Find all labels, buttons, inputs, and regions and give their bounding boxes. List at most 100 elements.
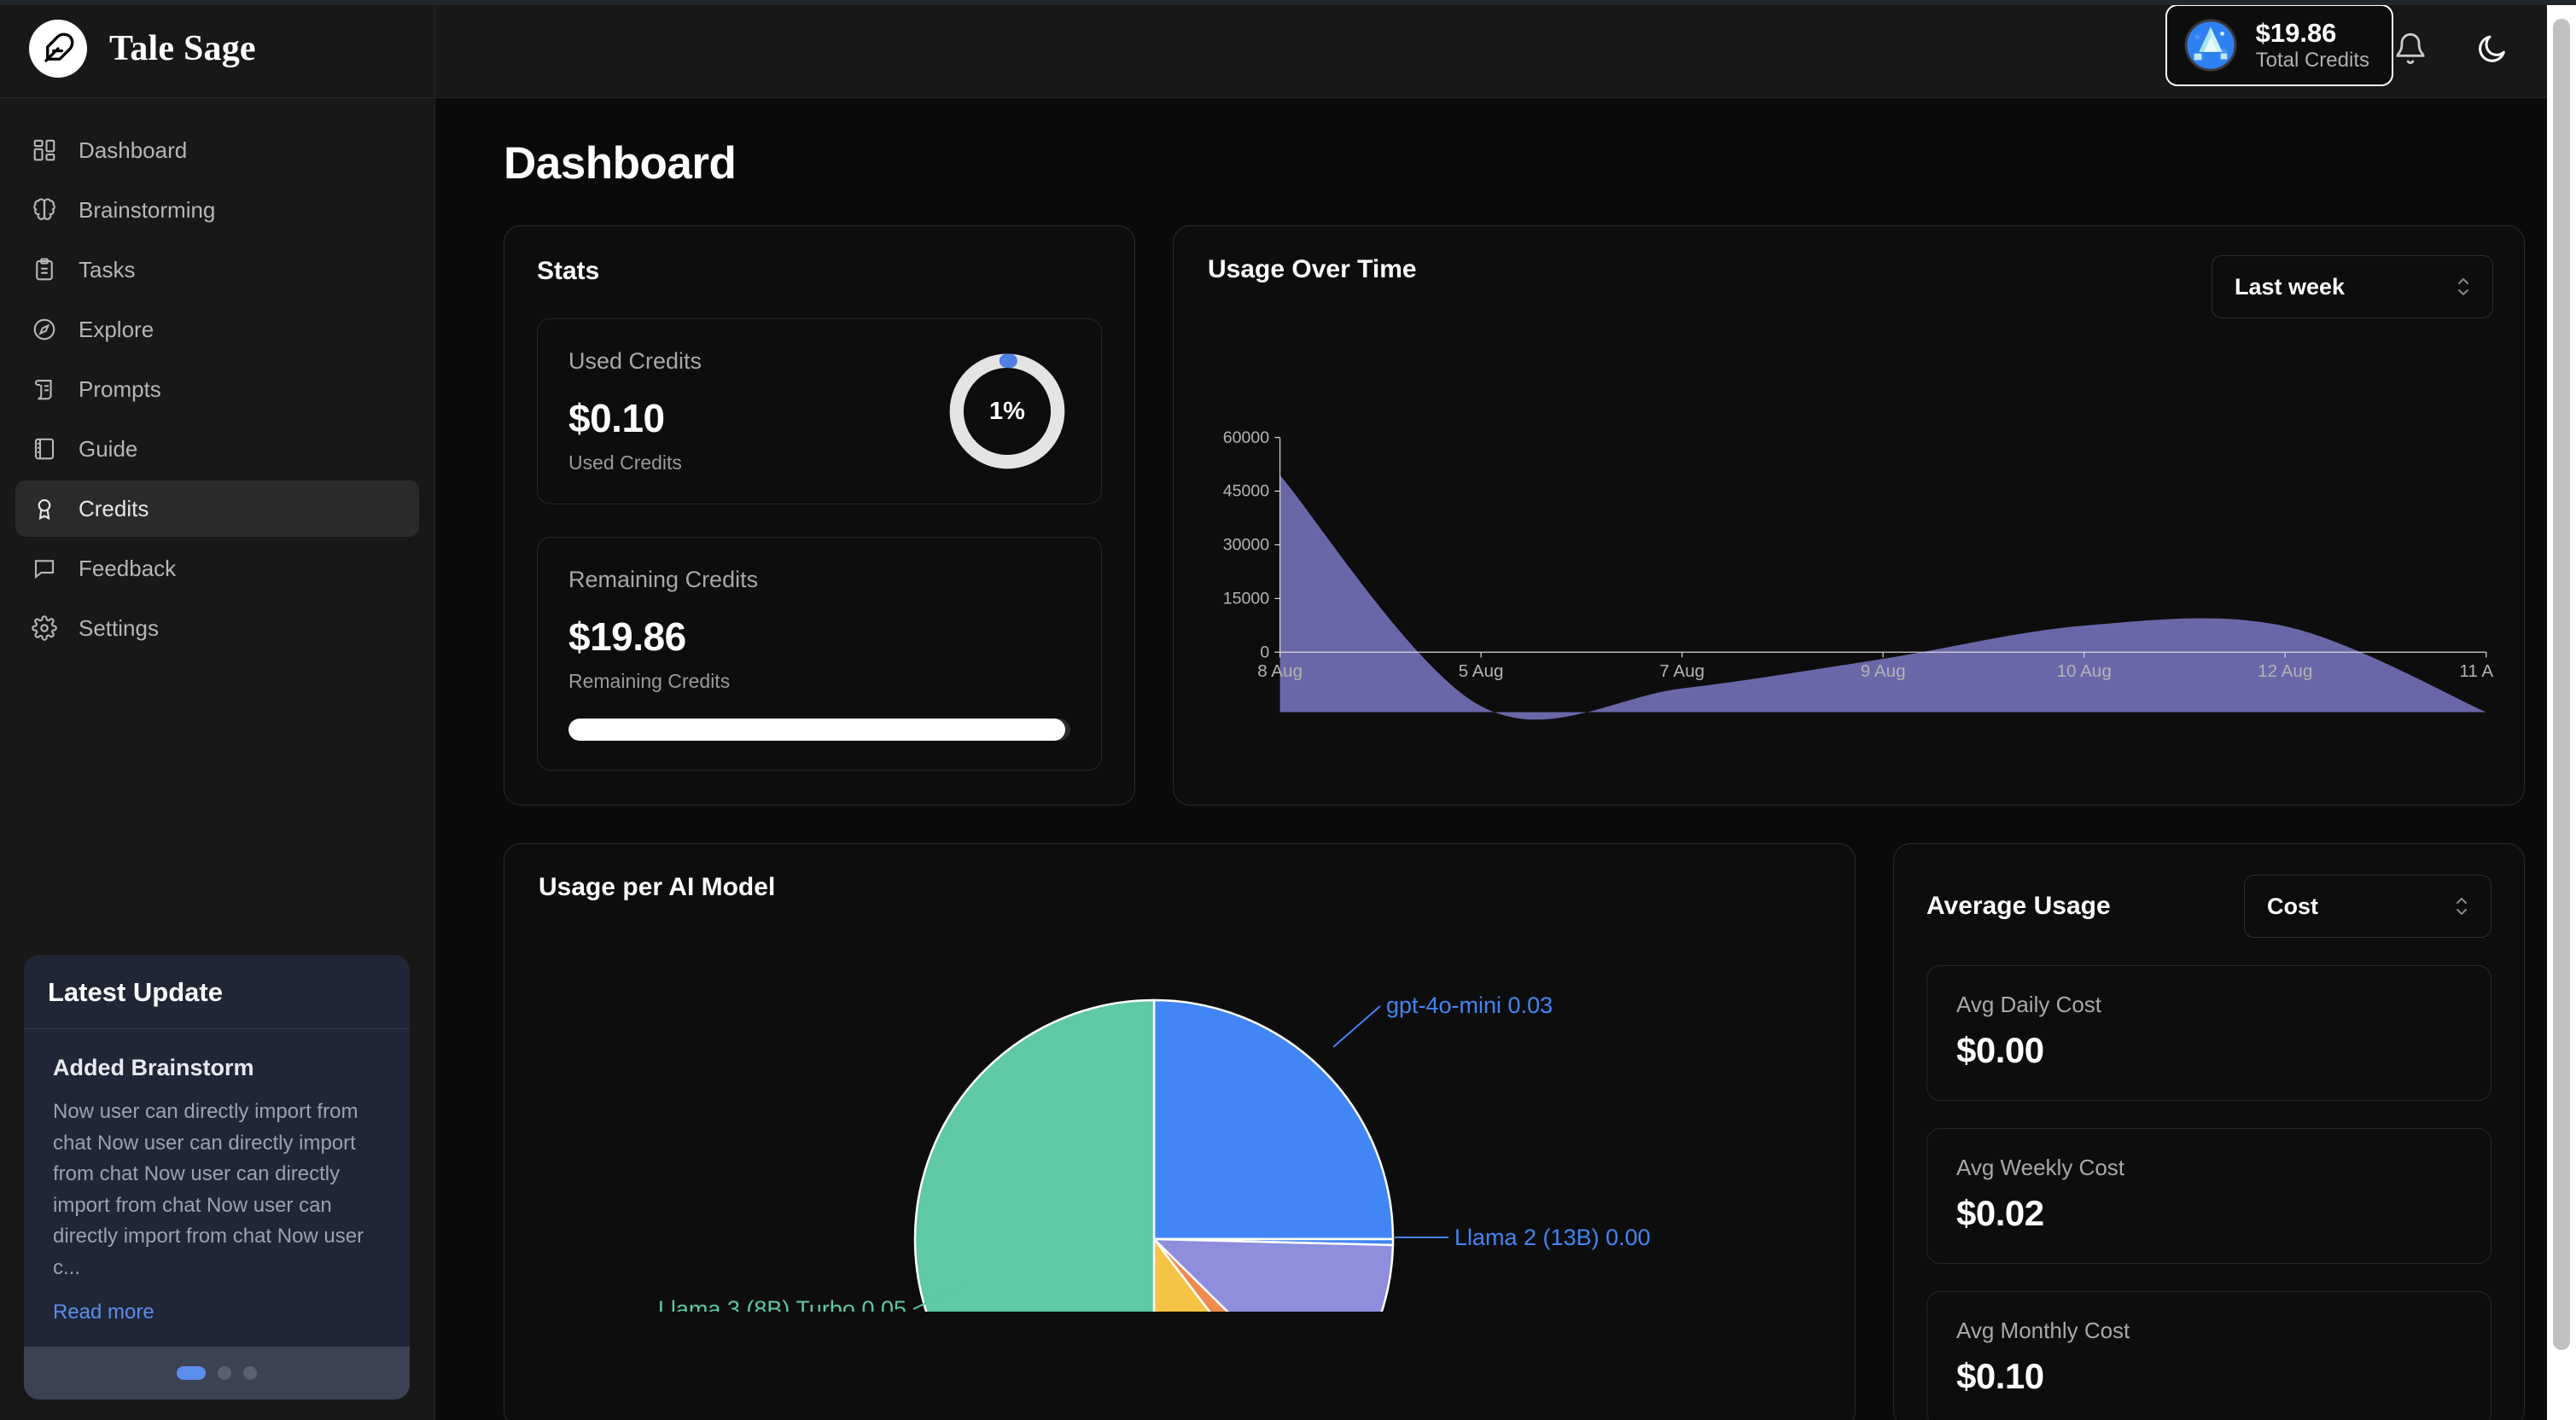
chevron-updown-icon bbox=[2455, 272, 2472, 301]
used-credits-box: Used Credits $0.10 Used Credits 1% bbox=[537, 318, 1102, 504]
used-credits-caption: Used Credits bbox=[568, 451, 702, 474]
total-credits-badge[interactable]: $19.86 Total Credits bbox=[2165, 4, 2393, 86]
svg-text:60000: 60000 bbox=[1223, 428, 1270, 447]
sidebar-item-feedback[interactable]: Feedback bbox=[15, 540, 419, 597]
svg-text:30000: 30000 bbox=[1223, 536, 1270, 555]
avg-daily-cost-label: Avg Daily Cost bbox=[1956, 992, 2462, 1018]
message-square-icon bbox=[31, 555, 58, 582]
award-icon bbox=[31, 495, 58, 522]
sidebar-item-label: Credits bbox=[79, 496, 149, 522]
carousel-dot-3[interactable] bbox=[243, 1366, 257, 1380]
sidebar-item-label: Explore bbox=[79, 317, 154, 343]
usage-over-time-title: Usage Over Time bbox=[1208, 255, 1417, 284]
average-usage-metric-select[interactable]: Cost bbox=[2244, 875, 2491, 938]
carousel-dot-2[interactable] bbox=[218, 1366, 231, 1380]
book-icon bbox=[31, 435, 58, 463]
sidebar-item-label: Brainstorming bbox=[79, 197, 215, 224]
used-credits-percent: 1% bbox=[944, 348, 1070, 474]
gear-icon bbox=[31, 614, 58, 642]
sidebar-item-label: Prompts bbox=[79, 376, 161, 403]
usage-range-select[interactable]: Last week bbox=[2212, 255, 2493, 318]
svg-text:Llama 2 (13B) 0.00: Llama 2 (13B) 0.00 bbox=[1454, 1225, 1651, 1250]
usage-per-model-title: Usage per AI Model bbox=[539, 873, 1855, 902]
svg-text:10 Aug: 10 Aug bbox=[2057, 661, 2112, 681]
main-area: $19.86 Total Credits Dashboard Stats bbox=[435, 0, 2576, 1420]
scroll-icon bbox=[31, 375, 58, 403]
app-root: Tale Sage Dashboard Brainstorming Tasks bbox=[0, 0, 2576, 1420]
page-title: Dashboard bbox=[504, 137, 2525, 189]
total-credits-label: Total Credits bbox=[2256, 49, 2369, 73]
used-credits-donut: 1% bbox=[944, 348, 1070, 474]
moon-icon[interactable] bbox=[2468, 25, 2516, 73]
sidebar-item-brainstorming[interactable]: Brainstorming bbox=[15, 182, 419, 238]
sidebar-item-label: Settings bbox=[79, 615, 159, 642]
sidebar-item-tasks[interactable]: Tasks bbox=[15, 242, 419, 298]
remaining-credits-label: Remaining Credits bbox=[568, 567, 1070, 593]
gem-icon bbox=[2184, 19, 2237, 72]
sidebar-item-label: Tasks bbox=[79, 257, 135, 283]
used-credits-value: $0.10 bbox=[568, 395, 702, 441]
latest-update-header: Latest Update bbox=[24, 955, 410, 1029]
avg-weekly-cost-value: $0.02 bbox=[1956, 1193, 2462, 1234]
sidebar-item-label: Dashboard bbox=[79, 137, 187, 164]
latest-update-card: Latest Update Added Brainstorm Now user … bbox=[24, 955, 410, 1400]
feather-icon bbox=[29, 20, 87, 78]
svg-text:Llama 3 (8B) Turbo 0.05: Llama 3 (8B) Turbo 0.05 bbox=[658, 1296, 906, 1312]
compass-icon bbox=[31, 316, 58, 343]
dashboard-row-bottom: Usage per AI Model gpt-4o-mini 0.03 Llama… bbox=[504, 843, 2525, 1420]
remaining-credits-progress bbox=[568, 719, 1070, 741]
average-usage-title: Average Usage bbox=[1926, 892, 2111, 921]
sidebar-item-settings[interactable]: Settings bbox=[15, 600, 419, 656]
sidebar-nav: Dashboard Brainstorming Tasks Explore bbox=[0, 98, 434, 656]
latest-update-subtitle: Added Brainstorm bbox=[53, 1055, 384, 1081]
sidebar: Tale Sage Dashboard Brainstorming Tasks bbox=[0, 0, 435, 1420]
avg-weekly-cost-box: Avg Weekly Cost $0.02 bbox=[1926, 1128, 2491, 1264]
svg-text:12 Aug: 12 Aug bbox=[2258, 661, 2312, 681]
svg-text:gpt-4o-mini 0.03: gpt-4o-mini 0.03 bbox=[1386, 992, 1553, 1018]
brand[interactable]: Tale Sage bbox=[0, 0, 434, 98]
svg-text:11 Aug: 11 Aug bbox=[2459, 661, 2493, 681]
sidebar-item-dashboard[interactable]: Dashboard bbox=[15, 122, 419, 178]
page-scrollbar[interactable] bbox=[2547, 0, 2576, 1420]
remaining-credits-box: Remaining Credits $19.86 Remaining Credi… bbox=[537, 537, 1102, 771]
sidebar-item-credits[interactable]: Credits bbox=[15, 480, 419, 537]
avg-monthly-cost-label: Avg Monthly Cost bbox=[1956, 1318, 2462, 1344]
remaining-credits-caption: Remaining Credits bbox=[568, 670, 1070, 693]
window-top-strip bbox=[0, 0, 2576, 5]
latest-update-body: Added Brainstorm Now user can directly i… bbox=[24, 1029, 410, 1347]
carousel-dots bbox=[24, 1347, 410, 1400]
usage-per-model-card: Usage per AI Model gpt-4o-mini 0.03 Llama… bbox=[504, 843, 1856, 1420]
bell-icon[interactable] bbox=[2387, 25, 2434, 73]
dashboard-row-top: Stats Used Credits $0.10 Used Credits bbox=[504, 225, 2525, 806]
sidebar-item-explore[interactable]: Explore bbox=[15, 301, 419, 358]
svg-text:15000: 15000 bbox=[1223, 590, 1270, 608]
avg-daily-cost-box: Avg Daily Cost $0.00 bbox=[1926, 965, 2491, 1101]
latest-update-text: Now user can directly import from chat N… bbox=[53, 1097, 384, 1283]
svg-text:7 Aug: 7 Aug bbox=[1659, 661, 1705, 681]
total-credits-amount: $19.86 bbox=[2256, 18, 2369, 49]
svg-text:0: 0 bbox=[1260, 643, 1269, 661]
usage-over-time-card: Usage Over Time Last week 0 15000 30000 450… bbox=[1173, 225, 2525, 806]
sidebar-item-label: Feedback bbox=[79, 556, 176, 582]
average-usage-card: Average Usage Cost Avg Daily Cost $0.00 bbox=[1893, 843, 2525, 1420]
latest-update-title: Latest Update bbox=[48, 977, 386, 1008]
read-more-link[interactable]: Read more bbox=[53, 1301, 154, 1324]
usage-range-value: Last week bbox=[2235, 274, 2345, 300]
svg-text:8 Aug: 8 Aug bbox=[1257, 661, 1303, 681]
brain-icon bbox=[31, 196, 58, 224]
clipboard-list-icon bbox=[31, 256, 58, 283]
scrollbar-thumb[interactable] bbox=[2553, 19, 2570, 1350]
sidebar-item-label: Guide bbox=[79, 436, 137, 463]
svg-text:45000: 45000 bbox=[1223, 482, 1270, 501]
sidebar-item-guide[interactable]: Guide bbox=[15, 421, 419, 477]
sidebar-item-prompts[interactable]: Prompts bbox=[15, 361, 419, 417]
layout-dashboard-icon bbox=[31, 137, 58, 164]
carousel-dot-1[interactable] bbox=[177, 1366, 206, 1380]
used-credits-label: Used Credits bbox=[568, 348, 702, 375]
svg-text:5 Aug: 5 Aug bbox=[1459, 661, 1504, 681]
average-usage-metric-value: Cost bbox=[2267, 893, 2318, 920]
usage-per-model-pie: gpt-4o-mini 0.03 Llama 2 (13B) 0.00 Llama … bbox=[539, 911, 1855, 1312]
brand-name: Tale Sage bbox=[109, 28, 256, 69]
stats-card: Stats Used Credits $0.10 Used Credits bbox=[504, 225, 1135, 806]
chevron-updown-icon bbox=[2453, 892, 2470, 921]
